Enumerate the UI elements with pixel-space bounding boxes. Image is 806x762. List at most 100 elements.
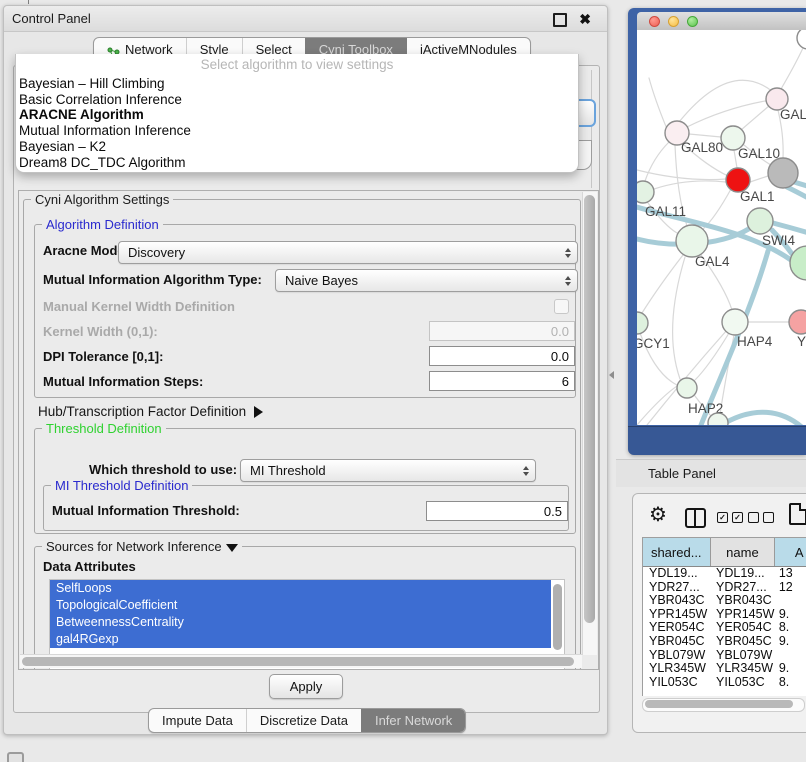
table-row[interactable]: YBR043CYBR043C	[643, 594, 806, 608]
select-all-columns-icon[interactable]: ✓✓	[717, 512, 743, 523]
kernel-width-field[interactable]	[429, 321, 575, 341]
network-node[interactable]	[768, 158, 798, 188]
dpi-tolerance-label: DPI Tolerance [0,1]:	[43, 349, 163, 365]
network-edge[interactable]	[654, 181, 726, 189]
network-edge[interactable]	[689, 134, 721, 137]
manual-kernel-label: Manual Kernel Width Definition	[43, 299, 235, 315]
table-row[interactable]: YLR345WYLR345W9.	[643, 662, 806, 676]
algorithm-definition-group: Algorithm Definition Aracne Mode: Discov…	[34, 224, 576, 398]
node-label: GAL10	[738, 146, 780, 161]
settings-vscrollbar-thumb[interactable]	[584, 195, 595, 623]
settings-vertical-scrollbar[interactable]	[582, 192, 597, 655]
table-panel: ⚙ ✓✓ shared... name A YDL19...YDL19...13…	[632, 493, 806, 733]
algorithm-option[interactable]: Bayesian – K2	[16, 139, 578, 155]
aracne-mode-select[interactable]: Discovery	[118, 241, 578, 264]
table-row[interactable]: YIL053CYIL053C8.	[643, 676, 806, 690]
column-header-name[interactable]: name	[710, 538, 775, 567]
which-threshold-label: Which threshold to use:	[89, 462, 237, 478]
mi-threshold-label: Mutual Information Threshold:	[52, 503, 240, 519]
table-row[interactable]: YER054CYER054C8.	[643, 621, 806, 635]
cyni-algorithm-settings-group: Cyni Algorithm Settings Algorithm Defini…	[23, 199, 581, 670]
manual-kernel-checkbox[interactable]	[554, 299, 569, 314]
mi-algorithm-type-select[interactable]: Naive Bayes	[275, 269, 578, 292]
algorithm-dropdown-placeholder: Select algorithm to view settings	[16, 54, 578, 76]
new-table-icon[interactable]	[789, 503, 806, 525]
bottom-tabbar: Impute Data Discretize Data Infer Networ…	[148, 708, 466, 733]
which-threshold-select[interactable]: MI Threshold	[240, 459, 536, 482]
node-label: GAL11	[645, 204, 686, 219]
minimize-traffic-light-icon[interactable]	[668, 16, 679, 27]
table-row[interactable]: YBL079WYBL079W	[643, 649, 806, 663]
stepper-arrows-icon	[565, 248, 571, 258]
network-node[interactable]	[676, 225, 708, 257]
table-row[interactable]: YDL19...YDL19...13	[643, 567, 806, 581]
settings-horizontal-scrollbar[interactable]	[20, 654, 582, 668]
network-edge[interactable]	[642, 255, 683, 313]
network-view-window: GALGAL80GAL10GAL1GAL11SWI4GAL4GCY1HAP4YH…	[628, 8, 806, 455]
list-scrollbar[interactable]	[553, 582, 563, 664]
network-edge[interactable]	[781, 48, 803, 89]
aracne-mode-label: Aracne Mode:	[43, 243, 129, 259]
apply-button[interactable]: Apply	[269, 674, 343, 699]
network-node[interactable]	[797, 30, 806, 49]
table-row[interactable]: YDR27...YDR27...12	[643, 581, 806, 595]
network-edge[interactable]	[773, 223, 806, 233]
network-window-titlebar[interactable]	[637, 12, 806, 31]
expand-right-icon	[254, 406, 263, 418]
control-panel-title: Control Panel	[12, 6, 91, 31]
tab-discretize-data[interactable]: Discretize Data	[246, 709, 361, 732]
mi-threshold-field[interactable]	[426, 501, 568, 521]
minimized-panel-icon[interactable]	[7, 752, 24, 762]
network-edge[interactable]	[679, 80, 773, 122]
tab-impute-data[interactable]: Impute Data	[149, 709, 246, 732]
network-edge[interactable]	[673, 257, 685, 379]
close-icon[interactable]: ✖	[579, 9, 591, 29]
hub-tf-definition-toggle[interactable]: Hub/Transcription Factor Definition	[38, 404, 263, 419]
gear-icon[interactable]: ⚙	[649, 504, 667, 526]
attribute-item[interactable]: SelfLoops	[50, 580, 551, 597]
column-header-partial[interactable]: A	[775, 538, 806, 567]
network-edge[interactable]	[734, 150, 737, 168]
column-header-shared-name[interactable]: shared...	[643, 538, 710, 567]
close-traffic-light-icon[interactable]	[649, 16, 660, 27]
network-edge[interactable]	[645, 142, 669, 181]
control-panel-header: Control Panel ✖	[4, 6, 607, 32]
network-node[interactable]	[789, 310, 806, 334]
sources-group-title[interactable]: Sources for Network Inference	[42, 539, 242, 554]
attribute-item[interactable]: TopologicalCoefficient	[50, 597, 551, 614]
list-scrollbar-thumb[interactable]	[553, 584, 562, 650]
table-row[interactable]: YBR045CYBR045C9.	[643, 635, 806, 649]
network-edge[interactable]	[637, 170, 726, 180]
network-edge[interactable]	[687, 99, 777, 127]
table-horizontal-scrollbar[interactable]	[642, 698, 805, 712]
column-layout-icon[interactable]	[685, 508, 706, 528]
float-window-icon[interactable]	[553, 13, 567, 27]
network-edge[interactable]	[649, 78, 667, 129]
dpi-tolerance-field[interactable]	[429, 346, 575, 366]
inner-panel-border	[591, 70, 592, 188]
attribute-item[interactable]: BetweennessCentrality	[50, 614, 551, 631]
algorithm-option[interactable]: Dream8 DC_TDC Algorithm	[16, 155, 578, 171]
zoom-traffic-light-icon[interactable]	[687, 16, 698, 27]
settings-hscrollbar-thumb[interactable]	[22, 657, 574, 666]
network-node[interactable]	[722, 309, 748, 335]
network-node[interactable]	[747, 208, 773, 234]
table-hscrollbar-thumb[interactable]	[645, 700, 793, 708]
tab-infer-network[interactable]: Infer Network	[361, 709, 465, 732]
algorithm-option[interactable]: ARACNE Algorithm	[16, 107, 578, 123]
network-canvas[interactable]: GALGAL80GAL10GAL1GAL11SWI4GAL4GCY1HAP4YH…	[637, 30, 806, 425]
attribute-item[interactable]: gal4RGexp	[50, 631, 551, 648]
network-node[interactable]	[637, 181, 654, 203]
algorithm-option[interactable]: Mutual Information Inference	[16, 123, 578, 139]
network-node[interactable]	[677, 378, 697, 398]
table-row[interactable]: YPR145WYPR145W9.	[643, 608, 806, 622]
deselect-all-columns-icon[interactable]	[748, 512, 774, 523]
panel-divider-collapse-icon[interactable]	[609, 371, 614, 379]
network-node[interactable]	[637, 312, 648, 334]
network-edge[interactable]	[787, 187, 806, 200]
mi-steps-field[interactable]	[429, 371, 575, 391]
node-label: GCY1	[637, 336, 670, 351]
network-edge[interactable]	[750, 176, 768, 182]
algorithm-option[interactable]: Bayesian – Hill Climbing	[16, 76, 578, 92]
algorithm-option[interactable]: Basic Correlation Inference	[16, 92, 578, 108]
